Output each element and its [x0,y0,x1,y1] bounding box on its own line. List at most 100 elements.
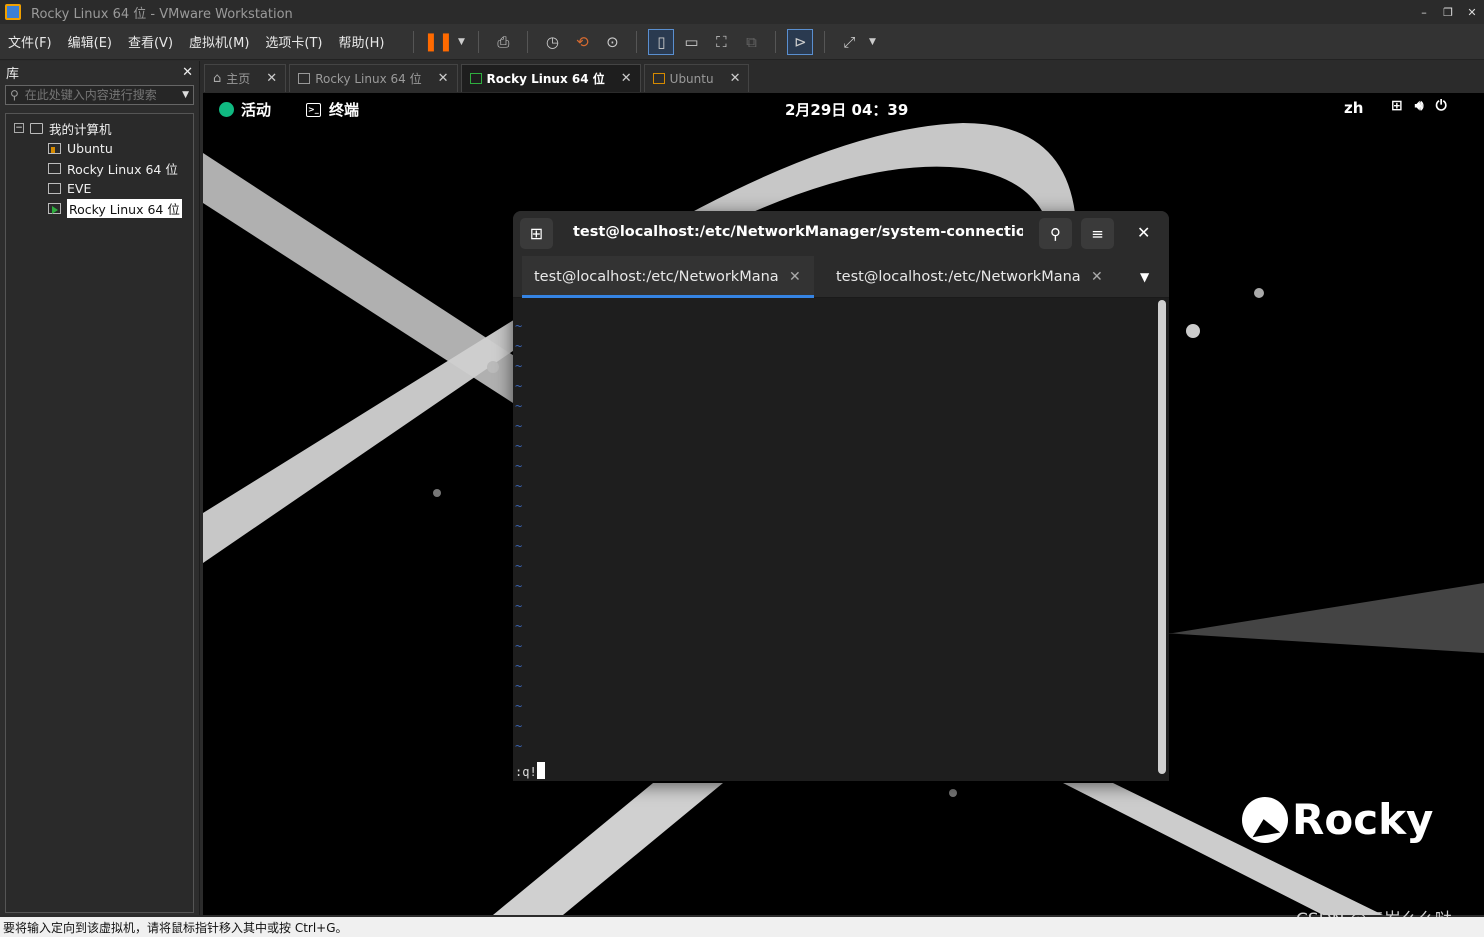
toolbar-separator [775,30,777,53]
tab-label: 主页 [226,72,251,86]
window-controls: – ❐ ✕ [1412,0,1484,24]
tab-rocky-2[interactable]: Rocky Linux 64 位 ✕ [460,64,641,92]
show-library-icon[interactable]: ▯ [648,28,675,55]
library-search-input[interactable] [24,88,175,102]
vim-tilde: ~ [515,459,523,473]
vim-tilde: ~ [515,419,523,433]
tree-item-label: Rocky Linux 64 位 [67,198,182,218]
menu-bar: 文件(F) 编辑(E) 查看(V) 虚拟机(M) 选项卡(T) 帮助(H) ❚❚… [0,24,1484,60]
collapse-icon[interactable]: − [14,123,24,133]
vim-tilde: ~ [515,319,523,333]
network-icon: ⊞ [1391,98,1403,114]
close-window-button[interactable]: ✕ [1460,0,1484,24]
vm-tree: − 我的计算机 Ubuntu Rocky Linux 64 位 EVE Rock… [5,113,194,913]
menu-help[interactable]: 帮助(H) [331,32,393,51]
tree-item-label: EVE [67,180,92,196]
close-tab-icon[interactable]: ✕ [438,71,449,86]
terminal-tab-1[interactable]: test@localhost:/etc/NetworkMana··· ✕ [522,256,814,298]
revert-snapshot-icon[interactable]: ⟲ [569,29,595,55]
pause-dropdown-icon[interactable]: ▼ [455,29,467,55]
vim-tilde: ~ [515,619,523,633]
tree-item-label: Ubuntu [67,140,113,156]
tab-list-dropdown-icon[interactable]: ▼ [1140,270,1149,284]
tree-root-label: 我的计算机 [49,121,112,137]
close-tab-icon[interactable]: ✕ [789,269,801,285]
hamburger-menu-icon[interactable]: ≡ [1081,218,1114,249]
library-panel: 库 ✕ ⚲ ▼ − 我的计算机 Ubuntu Rocky Linux 64 位 … [0,61,200,915]
new-tab-icon[interactable]: ⊞ [520,218,553,249]
vm-icon [48,182,61,194]
minimize-button[interactable]: – [1412,0,1436,24]
close-tab-icon[interactable]: ✕ [730,71,741,86]
search-dropdown-icon[interactable]: ▼ [182,90,189,100]
terminal-scrollbar[interactable] [1158,300,1166,774]
snapshot-manager-icon[interactable]: ⊙ [599,29,625,55]
vm-running-icon [652,73,665,84]
activities-button[interactable]: 活动 [219,99,271,120]
pause-icon[interactable]: ❚❚ [423,29,453,55]
tree-item-rocky-1[interactable]: Rocky Linux 64 位 [6,158,193,178]
vim-command: :q! [515,765,537,779]
input-language[interactable]: zh [1344,99,1363,117]
volume-icon: 🔊︎ [1414,98,1424,114]
vim-tilde: ~ [515,399,523,413]
send-ctrl-alt-del-icon[interactable]: ⎙ [490,29,516,55]
vim-command-line: :q! [515,762,545,779]
toolbar-separator [413,30,415,53]
menu-view[interactable]: 查看(V) [120,32,181,51]
terminal-icon: >_ [306,102,321,117]
tree-item-ubuntu[interactable]: Ubuntu [6,138,193,158]
console-view-icon[interactable]: ⊳ [787,28,814,55]
activities-label: 活动 [241,101,272,119]
clock[interactable]: 2月29日 04：39 [785,99,908,120]
tree-item-label: Rocky Linux 64 位 [67,161,178,177]
guest-display[interactable]: 活动 >_ 终端 2月29日 04：39 zh ⊞ 🔊︎ ⏻ ⊞ test@lo… [203,93,1484,915]
tab-rocky-1[interactable]: Rocky Linux 64 位 ✕ [289,64,458,92]
terminal-tab-2[interactable]: test@localhost:/etc/NetworkMana··· ✕ [824,256,1116,298]
text-cursor [536,762,545,779]
maximize-button[interactable]: ❐ [1436,0,1460,24]
menu-file[interactable]: 文件(F) [0,32,60,51]
close-tab-icon[interactable]: ✕ [1091,269,1103,285]
close-icon[interactable]: ✕ [1137,223,1150,242]
home-icon: ⌂ [213,71,222,86]
vim-tilde: ~ [515,659,523,673]
menu-tabs[interactable]: 选项卡(T) [257,32,330,51]
vim-tilde: ~ [515,499,523,513]
vim-tilde: ~ [515,699,523,713]
menu-vm[interactable]: 虚拟机(M) [181,32,257,51]
unity-icon[interactable]: ⧉ [738,29,764,55]
vim-tilde: ~ [515,539,523,553]
vim-tilde: ~ [515,679,523,693]
app-menu-label: 终端 [329,101,360,119]
tree-item-rocky-2[interactable]: Rocky Linux 64 位 [6,198,193,218]
tree-root[interactable]: − 我的计算机 [6,118,193,138]
tree-item-eve[interactable]: EVE [6,178,193,198]
toolbar-separator [636,30,638,53]
vim-tilde: ~ [515,579,523,593]
close-tab-icon[interactable]: ✕ [621,71,632,86]
vim-tilde: ~ [515,739,523,753]
vim-tilde: ~ [515,719,523,733]
vim-tilde: ~ [515,339,523,353]
tab-ubuntu[interactable]: Ubuntu ✕ [643,64,750,92]
stretch-dropdown-icon[interactable]: ▼ [866,29,878,55]
thumbnail-bar-icon[interactable]: ▭ [678,29,704,55]
menu-edit[interactable]: 编辑(E) [60,32,120,51]
terminal-window: ⊞ test@localhost:/etc/NetworkManager/sys… [513,211,1169,781]
library-search: ⚲ ▼ [5,85,194,105]
close-tab-icon[interactable]: ✕ [266,71,277,86]
stretch-guest-icon[interactable]: ⤢ [836,29,862,55]
tab-label: Ubuntu [669,71,714,86]
toolbar-separator [527,30,529,53]
window-title: Rocky Linux 64 位 - VMware Workstation [31,6,293,22]
system-menu[interactable]: ⊞ 🔊︎ ⏻ [1391,98,1459,114]
terminal-body[interactable]: ~ ~ ~ ~ ~ ~ ~ ~ ~ ~ ~ ~ ~ ~ ~ ~ ~ ~ ~ ~ ~ ~ :q! [513,298,1169,781]
full-screen-icon[interactable]: ⛶ [708,29,734,55]
close-library-icon[interactable]: ✕ [182,65,193,80]
search-icon[interactable]: ⚲ [1039,218,1072,249]
app-menu[interactable]: >_ 终端 [306,99,359,120]
tab-home[interactable]: ⌂ 主页 ✕ [204,64,287,92]
terminal-headerbar: ⊞ test@localhost:/etc/NetworkManager/sys… [513,211,1169,256]
snapshot-icon[interactable]: ◷ [539,29,565,55]
